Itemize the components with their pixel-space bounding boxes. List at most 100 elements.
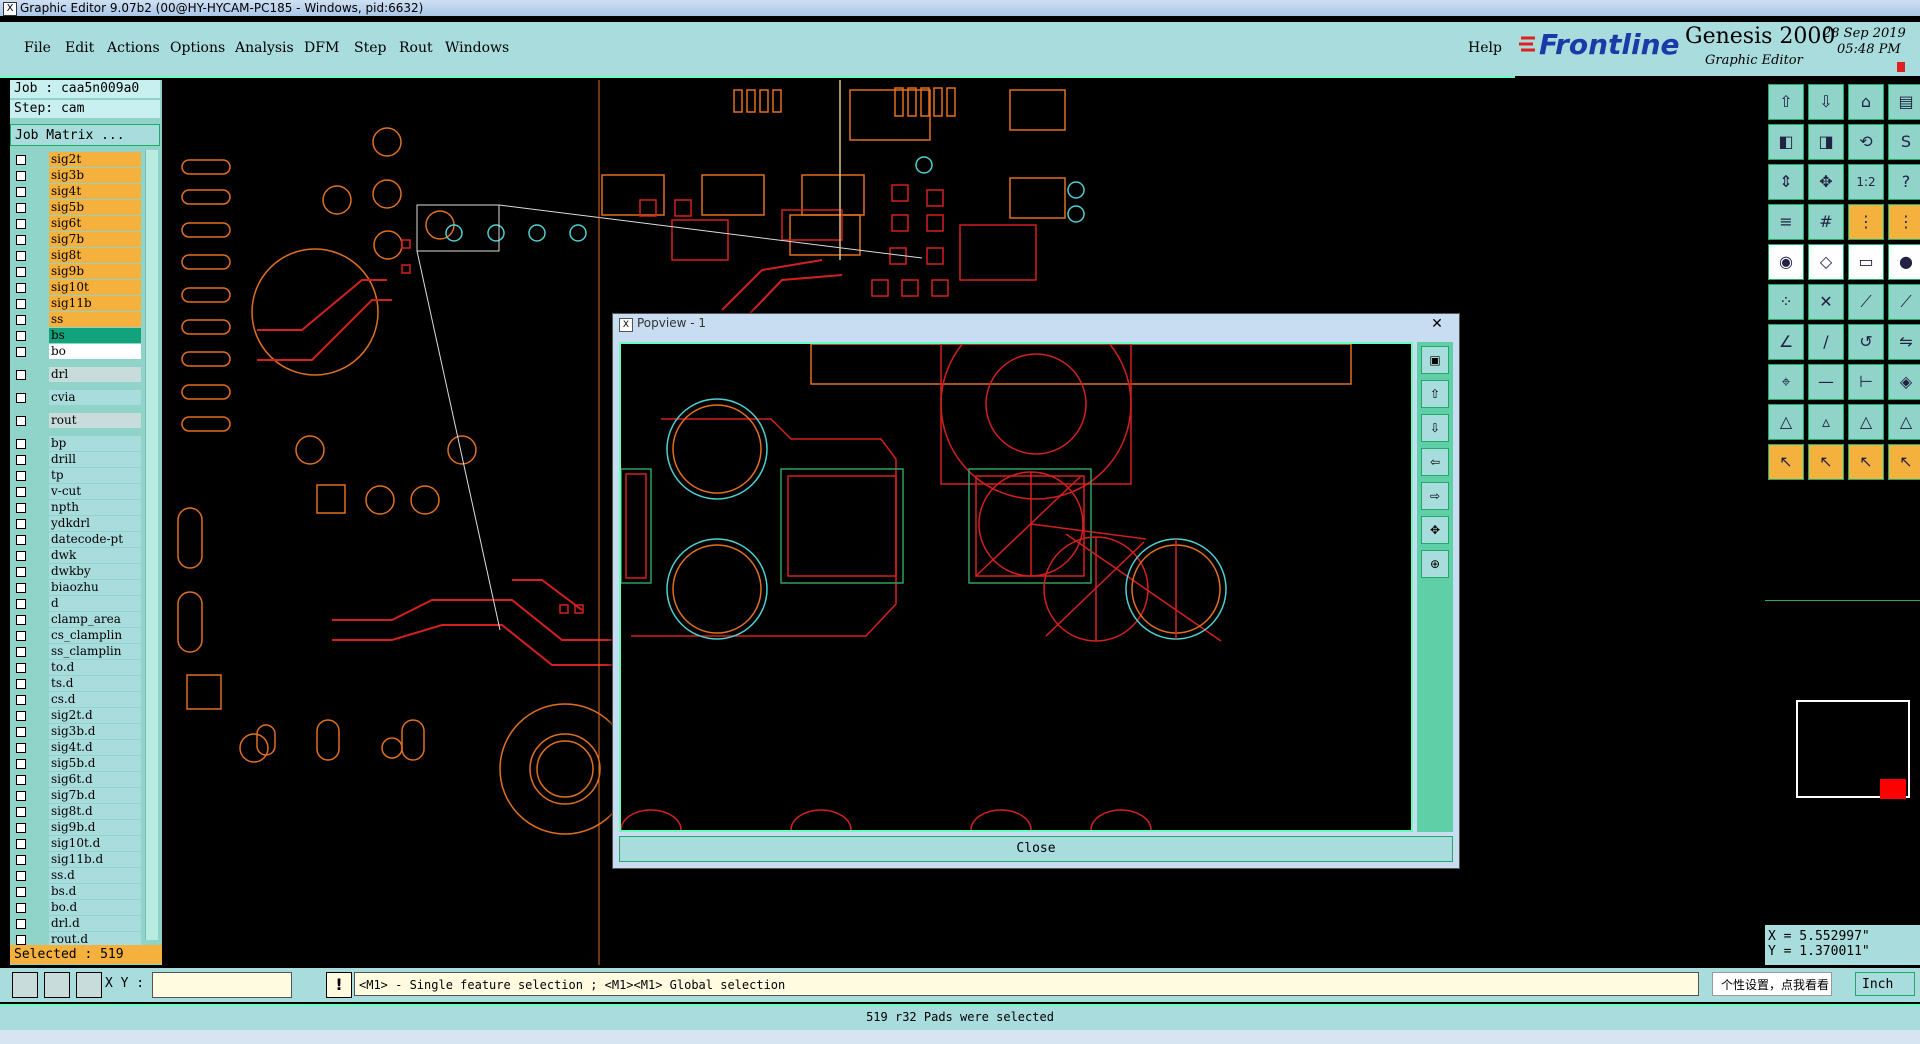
tool-snap-icon[interactable]: ⌖ bbox=[1768, 364, 1804, 400]
layer-row-dwkby[interactable]: dwkby bbox=[10, 564, 150, 579]
layer-checkbox[interactable] bbox=[16, 519, 26, 529]
layer-checkbox[interactable] bbox=[16, 871, 26, 881]
alert-icon[interactable]: ! bbox=[326, 972, 352, 998]
layer-row-sig5b[interactable]: sig5b bbox=[10, 200, 150, 215]
menu-analysis[interactable]: Analysis bbox=[235, 40, 294, 56]
layer-checkbox[interactable] bbox=[16, 663, 26, 673]
layer-checkbox[interactable] bbox=[16, 487, 26, 497]
layer-checkbox[interactable] bbox=[16, 679, 26, 689]
layer-row-cs.d[interactable]: cs.d bbox=[10, 692, 150, 707]
layer-row-bs.d[interactable]: bs.d bbox=[10, 884, 150, 899]
layer-checkbox[interactable] bbox=[16, 393, 26, 403]
layer-checkbox[interactable] bbox=[16, 471, 26, 481]
layer-checkbox[interactable] bbox=[16, 219, 26, 229]
layer-row-bs[interactable]: bs bbox=[10, 328, 150, 343]
popview-canvas[interactable] bbox=[619, 342, 1413, 832]
layer-row-sig6t[interactable]: sig6t bbox=[10, 216, 150, 231]
layer-checkbox[interactable] bbox=[16, 251, 26, 261]
tool-select-arrow2-icon[interactable]: ↖ bbox=[1808, 444, 1844, 480]
layer-row-to.d[interactable]: to.d bbox=[10, 660, 150, 675]
layer-checkbox[interactable] bbox=[16, 839, 26, 849]
layer-checkbox[interactable] bbox=[16, 503, 26, 513]
pop-down-icon[interactable]: ⇩ bbox=[1421, 414, 1449, 442]
layer-row-sig10t[interactable]: sig10t bbox=[10, 280, 150, 295]
layer-checkbox[interactable] bbox=[16, 455, 26, 465]
tool-zoom-fit-icon[interactable]: ⇕ bbox=[1768, 164, 1804, 200]
layer-checkbox[interactable] bbox=[16, 583, 26, 593]
layer-row-drill[interactable]: drill bbox=[10, 452, 150, 467]
layer-row-sig4t[interactable]: sig4t bbox=[10, 184, 150, 199]
layer-row-ts.d[interactable]: ts.d bbox=[10, 676, 150, 691]
layer-checkbox[interactable] bbox=[16, 416, 26, 426]
tool-hline-icon[interactable]: — bbox=[1808, 364, 1844, 400]
layer-checkbox[interactable] bbox=[16, 439, 26, 449]
layer-row-sig8t[interactable]: sig8t bbox=[10, 248, 150, 263]
layer-checkbox[interactable] bbox=[16, 551, 26, 561]
layer-checkbox[interactable] bbox=[16, 299, 26, 309]
tool-select-arrow-icon[interactable]: ↖ bbox=[1768, 444, 1804, 480]
tool-node-icon[interactable]: ⟋ bbox=[1888, 284, 1920, 320]
tool-arc-icon[interactable]: ↺ bbox=[1848, 324, 1884, 360]
overview-map[interactable] bbox=[1765, 600, 1920, 891]
menu-edit[interactable]: Edit bbox=[65, 40, 94, 56]
layer-checkbox[interactable] bbox=[16, 631, 26, 641]
layer-checkbox[interactable] bbox=[16, 155, 26, 165]
layer-checkbox[interactable] bbox=[16, 743, 26, 753]
menu-rout[interactable]: Rout bbox=[399, 40, 433, 56]
layer-row-bp[interactable]: bp bbox=[10, 436, 150, 451]
tool-triangle4-icon[interactable]: △ bbox=[1888, 404, 1920, 440]
layer-row-d[interactable]: d bbox=[10, 596, 150, 611]
popview-close-button[interactable]: Close bbox=[619, 836, 1453, 862]
tool-layers-icon[interactable]: ≡ bbox=[1768, 204, 1804, 240]
layer-row-cvia[interactable]: cvia bbox=[10, 390, 150, 405]
tool-forward-icon[interactable]: ◨ bbox=[1808, 124, 1844, 160]
layer-checkbox[interactable] bbox=[16, 711, 26, 721]
tool-back-icon[interactable]: ◧ bbox=[1768, 124, 1804, 160]
measure-icon[interactable] bbox=[44, 972, 70, 998]
zoom-area-icon[interactable] bbox=[12, 972, 38, 998]
tool-angle-icon[interactable]: ∠ bbox=[1768, 324, 1804, 360]
tool-circle-icon[interactable]: ● bbox=[1888, 244, 1920, 280]
tool-zoom-move-icon[interactable]: ✥ bbox=[1808, 164, 1844, 200]
pop-move-icon[interactable]: ⊕ bbox=[1421, 550, 1449, 578]
tool-triangle-icon[interactable]: △ bbox=[1768, 404, 1804, 440]
pop-fit-icon[interactable]: ✥ bbox=[1421, 516, 1449, 544]
tool-script-icon[interactable]: S bbox=[1888, 124, 1920, 160]
layer-checkbox[interactable] bbox=[16, 807, 26, 817]
layer-row-sig5b.d[interactable]: sig5b.d bbox=[10, 756, 150, 771]
layer-row-ss.d[interactable]: ss.d bbox=[10, 868, 150, 883]
grid-toggle-icon[interactable] bbox=[76, 972, 102, 998]
layer-checkbox[interactable] bbox=[16, 695, 26, 705]
layer-checkbox[interactable] bbox=[16, 855, 26, 865]
layer-checkbox[interactable] bbox=[16, 935, 26, 945]
layer-row-sig3b.d[interactable]: sig3b.d bbox=[10, 724, 150, 739]
layer-row-sig11b.d[interactable]: sig11b.d bbox=[10, 852, 150, 867]
tool-dimension-icon[interactable]: ⊢ bbox=[1848, 364, 1884, 400]
tool-triangle3-icon[interactable]: △ bbox=[1848, 404, 1884, 440]
tool-save-icon[interactable]: ⇩ bbox=[1808, 84, 1844, 120]
tool-net2-icon[interactable]: ⋮ bbox=[1888, 204, 1920, 240]
tool-draw-line-icon[interactable]: / bbox=[1808, 324, 1844, 360]
layer-row-rout[interactable]: rout bbox=[10, 413, 150, 428]
layer-checkbox[interactable] bbox=[16, 599, 26, 609]
tool-line-icon[interactable]: ⟋ bbox=[1848, 284, 1884, 320]
layer-checkbox[interactable] bbox=[16, 567, 26, 577]
xy-input[interactable] bbox=[152, 972, 292, 998]
layer-row-sig8t.d[interactable]: sig8t.d bbox=[10, 804, 150, 819]
tool-grid-icon[interactable]: # bbox=[1808, 204, 1844, 240]
layer-row-sig3b[interactable]: sig3b bbox=[10, 168, 150, 183]
layer-checkbox[interactable] bbox=[16, 203, 26, 213]
layer-checkbox[interactable] bbox=[16, 315, 26, 325]
layer-checkbox[interactable] bbox=[16, 347, 26, 357]
tool-extra1-icon[interactable]: ▤ bbox=[1888, 84, 1920, 120]
pop-zoom-icon[interactable]: ▣ bbox=[1421, 346, 1449, 374]
tool-shapes-icon[interactable]: ◈ bbox=[1888, 364, 1920, 400]
layer-row-sig7b[interactable]: sig7b bbox=[10, 232, 150, 247]
layer-row-bo[interactable]: bo bbox=[10, 344, 150, 359]
tool-pad-icon[interactable]: ◉ bbox=[1768, 244, 1804, 280]
layer-row-sig9b[interactable]: sig9b bbox=[10, 264, 150, 279]
layer-checkbox[interactable] bbox=[16, 759, 26, 769]
tool-home-icon[interactable]: ⌂ bbox=[1848, 84, 1884, 120]
tool-copy-icon[interactable]: ◇ bbox=[1808, 244, 1844, 280]
layer-checkbox[interactable] bbox=[16, 887, 26, 897]
